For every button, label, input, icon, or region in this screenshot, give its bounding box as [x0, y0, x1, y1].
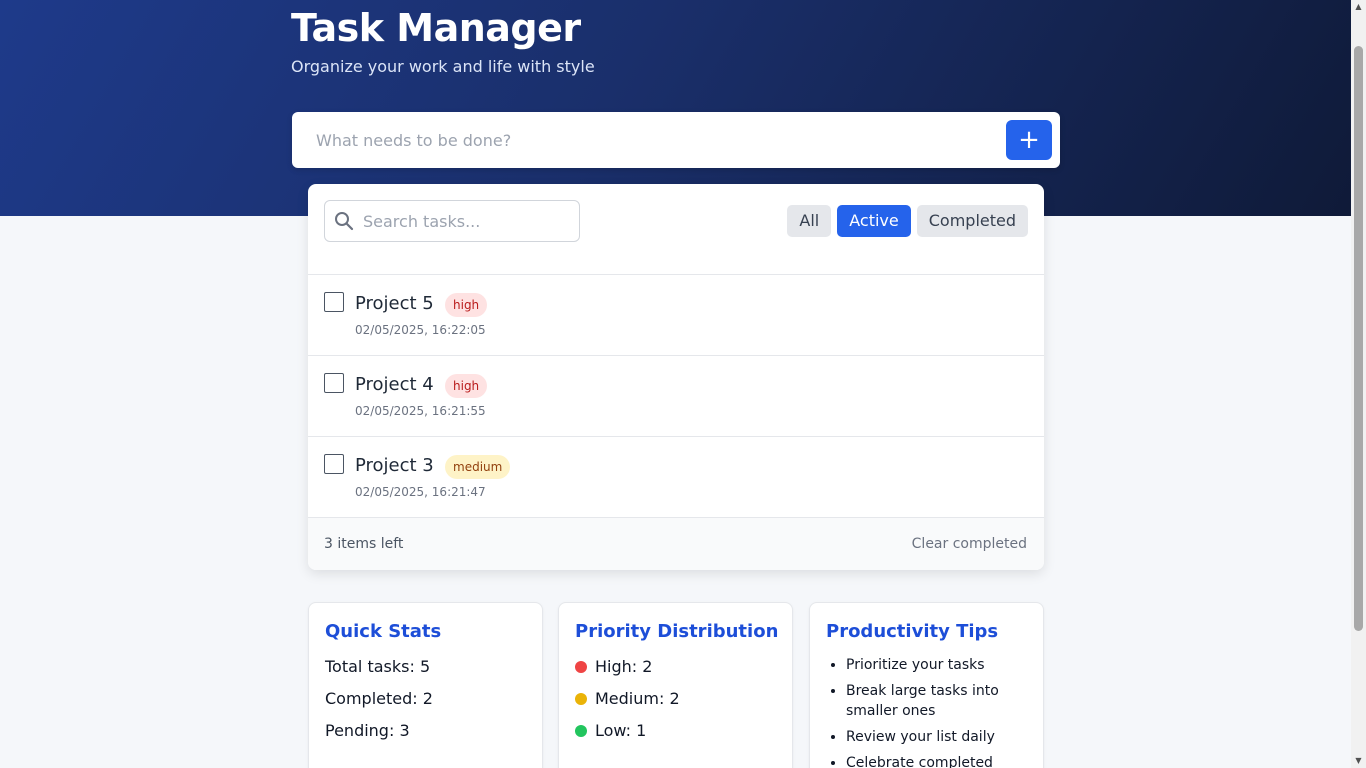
scroll-up-arrow-icon[interactable]: ▲ — [1354, 2, 1363, 11]
task-checkbox[interactable] — [324, 454, 344, 474]
search-box — [324, 200, 580, 242]
filter-group: All Active Completed — [787, 205, 1028, 237]
priority-badge: high — [445, 293, 488, 317]
search-icon — [335, 212, 354, 231]
add-task-button[interactable]: + — [1006, 120, 1052, 160]
task-item: Project 5 high 02/05/2025, 16:22:05 — [308, 275, 1044, 356]
task-title: Project 5 — [355, 293, 434, 314]
completed-stat: Completed: 2 — [325, 689, 433, 708]
task-checkbox[interactable] — [324, 373, 344, 393]
task-list: Project 5 high 02/05/2025, 16:22:05 Proj… — [308, 274, 1044, 518]
low-dot-icon — [575, 725, 587, 737]
items-left-count: 3 items left — [324, 536, 404, 552]
productivity-tips-title: Productivity Tips — [826, 621, 999, 642]
tip-item: Review your list daily — [846, 727, 1031, 747]
scroll-down-arrow-icon[interactable]: ▼ — [1354, 756, 1363, 765]
task-title: Project 3 — [355, 455, 434, 476]
high-dot-icon — [575, 661, 587, 673]
priority-medium-row: Medium: 2 — [575, 689, 680, 708]
filter-completed-button[interactable]: Completed — [916, 205, 1028, 237]
clear-completed-button[interactable]: Clear completed — [912, 536, 1027, 552]
task-date: 02/05/2025, 16:22:05 — [355, 323, 486, 337]
add-task-bar: + — [292, 112, 1060, 168]
tips-list: Prioritize your tasks Break large tasks … — [846, 655, 1031, 768]
quick-stats-title: Quick Stats — [325, 621, 442, 642]
task-item: Project 3 medium 02/05/2025, 16:21:47 — [308, 437, 1044, 518]
productivity-tips-card: Productivity Tips Prioritize your tasks … — [809, 602, 1044, 768]
task-checkbox[interactable] — [324, 292, 344, 312]
priority-medium-label: Medium: 2 — [595, 689, 680, 708]
tip-item: Prioritize your tasks — [846, 655, 1031, 675]
task-date: 02/05/2025, 16:21:47 — [355, 485, 486, 499]
filter-active-button[interactable]: Active — [837, 205, 911, 237]
pending-stat: Pending: 3 — [325, 721, 410, 740]
priority-distribution-card: Priority Distribution High: 2 Medium: 2 … — [558, 602, 793, 768]
total-tasks-stat: Total tasks: 5 — [325, 657, 431, 676]
task-title: Project 4 — [355, 374, 434, 395]
scrollbar-thumb[interactable] — [1354, 46, 1363, 631]
new-task-input[interactable] — [306, 120, 986, 160]
priority-low-row: Low: 1 — [575, 721, 646, 740]
priority-badge: medium — [445, 455, 511, 479]
filter-all-button[interactable]: All — [787, 205, 832, 237]
priority-badge: high — [445, 374, 488, 398]
tip-item: Break large tasks into smaller ones — [846, 681, 1031, 721]
priority-high-row: High: 2 — [575, 657, 652, 676]
tip-item: Celebrate completed — [846, 753, 1031, 768]
app-subtitle: Organize your work and life with style — [291, 57, 595, 76]
priority-distribution-title: Priority Distribution — [575, 621, 779, 642]
priority-low-label: Low: 1 — [595, 721, 647, 740]
quick-stats-card: Quick Stats Total tasks: 5 Completed: 2 … — [308, 602, 543, 768]
task-card: All Active Completed Project 5 high 02/0… — [308, 184, 1044, 570]
search-input[interactable] — [363, 207, 573, 235]
task-item: Project 4 high 02/05/2025, 16:21:55 — [308, 356, 1044, 437]
task-date: 02/05/2025, 16:21:55 — [355, 404, 486, 418]
medium-dot-icon — [575, 693, 587, 705]
task-footer: 3 items left Clear completed — [308, 517, 1044, 570]
priority-high-label: High: 2 — [595, 657, 653, 676]
app-title: Task Manager — [291, 6, 581, 50]
